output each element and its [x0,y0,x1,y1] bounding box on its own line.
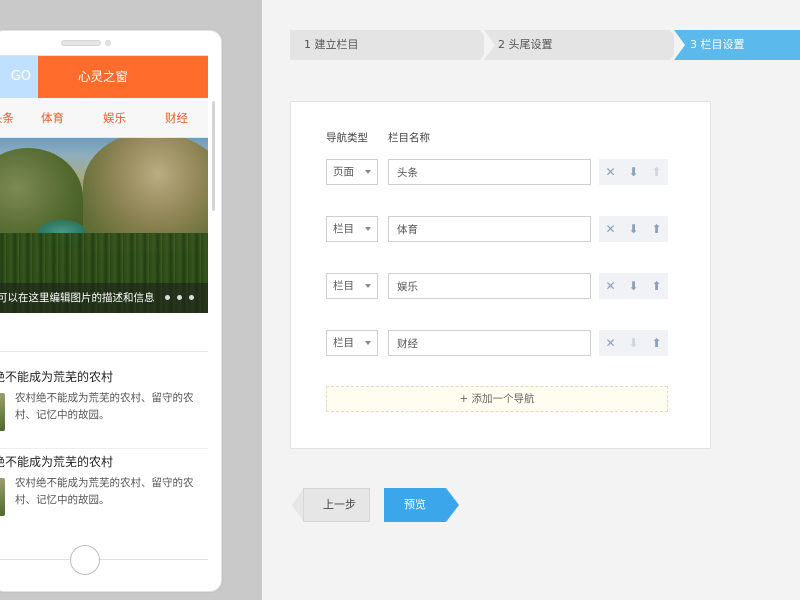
nav-type-value: 栏目 [333,280,354,292]
row-actions: ✕ ⬇ ⬆ [599,330,668,356]
section-divider [0,351,208,352]
nav-name-input[interactable] [388,273,591,299]
nav-settings-card: 导航类型 栏目名称 页面 ✕ ⬇ ⬆ 栏目 ✕ ⬇ ⬆ 栏目 [290,101,711,449]
article-summary: 农村绝不能成为荒芜的农村、留守的农村、记忆中的故园。 [15,392,194,421]
phone-frame: GO 心灵之窗 头条 体育 娱乐 财经 可以在这里编辑图片的描述和信息 [0,30,222,592]
site-header: GO 心灵之窗 [0,56,208,98]
nav-row: 页面 ✕ ⬇ ⬆ [291,159,712,189]
arrow-up-icon[interactable]: ⬆ [645,330,668,356]
carousel-dot[interactable] [165,295,170,300]
chevron-down-icon [365,227,371,231]
article-thumbnail [0,393,5,431]
phone-screen[interactable]: GO 心灵之窗 头条 体育 娱乐 财经 可以在这里编辑图片的描述和信息 [0,55,208,560]
nav-link-yule[interactable]: 娱乐 [103,98,126,138]
nav-row: 栏目 ✕ ⬇ ⬆ [291,216,712,246]
nav-type-select[interactable]: 页面 [326,159,378,185]
add-nav-button[interactable]: + 添加一个导航 [326,386,668,412]
step-notch [484,30,495,60]
delete-icon[interactable]: ✕ [599,273,622,299]
row-actions: ✕ ⬇ ⬆ [599,273,668,299]
arrow-down-icon[interactable]: ⬇ [622,273,645,299]
home-button [70,545,100,575]
nav-type-value: 栏目 [333,337,354,349]
nav-type-select[interactable]: 栏目 [326,273,378,299]
nav-name-input[interactable] [388,159,591,185]
article-summary: 农村绝不能成为荒芜的农村、留守的农村、记忆中的故园。 [15,477,194,506]
preview-panel: GO 心灵之窗 头条 体育 娱乐 财经 可以在这里编辑图片的描述和信息 [0,0,262,600]
nav-name-input[interactable] [388,330,591,356]
phone-camera [105,40,111,46]
site-nav: 头条 体育 娱乐 财经 [0,98,208,138]
nav-row: 栏目 ✕ ⬇ ⬆ [291,330,712,360]
arrow-up-icon[interactable]: ⬆ [645,273,668,299]
article-list: 绝不能成为荒芜的农村 农村绝不能成为荒芜的农村、留守的农村、记忆中的故园。 绝不… [0,313,208,559]
delete-icon[interactable]: ✕ [599,330,622,356]
site-title: 心灵之窗 [38,56,208,98]
nav-link-caijing[interactable]: 财经 [165,98,188,138]
list-item[interactable]: 绝不能成为荒芜的农村 农村绝不能成为荒芜的农村、留守的农村、记忆中的故园。 [0,453,208,535]
nav-type-select[interactable]: 栏目 [326,330,378,356]
chevron-down-icon [365,341,371,345]
article-title: 绝不能成为荒芜的农村 [0,370,114,384]
nav-type-value: 页面 [333,166,354,178]
nav-row: 栏目 ✕ ⬇ ⬆ [291,273,712,303]
site-logo: GO [0,56,38,98]
step-notch [674,30,685,60]
divider [0,448,208,449]
preview-button[interactable]: 预览 [384,488,446,522]
phone-speaker [61,40,101,46]
nav-type-value: 栏目 [333,223,354,235]
arrow-down-icon[interactable]: ⬇ [622,159,645,185]
chevron-down-icon [365,284,371,288]
nav-link-toutiao[interactable]: 头条 [0,98,14,138]
step-3-active[interactable]: 3 栏目设置 [674,30,800,60]
step-1[interactable]: 1 建立栏目 [290,30,480,60]
arrow-up-icon[interactable]: ⬆ [645,159,668,185]
carousel-dot[interactable] [189,295,194,300]
arrow-down-icon[interactable]: ⬇ [622,330,645,356]
nav-name-input[interactable] [388,216,591,242]
col-header-type: 导航类型 [326,132,368,144]
preview-arrow [446,488,459,522]
step-2[interactable]: 2 头尾设置 [484,30,670,60]
phone-scrollbar[interactable] [212,101,215,211]
arrow-up-icon[interactable]: ⬆ [645,216,668,242]
delete-icon[interactable]: ✕ [599,216,622,242]
prev-step-button[interactable]: 上一步 [303,488,370,522]
carousel-dot[interactable] [177,295,182,300]
row-actions: ✕ ⬇ ⬆ [599,216,668,242]
delete-icon[interactable]: ✕ [599,159,622,185]
list-item[interactable]: 绝不能成为荒芜的农村 农村绝不能成为荒芜的农村、留守的农村、记忆中的故园。 [0,368,208,450]
article-thumbnail [0,478,5,516]
article-title: 绝不能成为荒芜的农村 [0,455,114,469]
row-actions: ✕ ⬇ ⬆ [599,159,668,185]
chevron-down-icon [365,170,371,174]
nav-type-select[interactable]: 栏目 [326,216,378,242]
arrow-down-icon[interactable]: ⬇ [622,216,645,242]
nav-link-tiyu[interactable]: 体育 [41,98,64,138]
hero-image[interactable]: 可以在这里编辑图片的描述和信息 [0,138,208,313]
col-header-name: 栏目名称 [388,132,430,144]
